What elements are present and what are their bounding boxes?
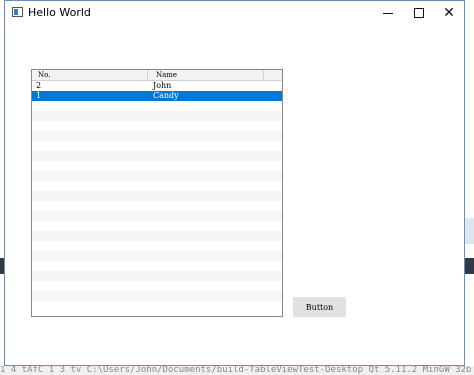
empty-table-row [32,191,282,201]
column-header-filler [264,70,282,80]
empty-table-row [32,251,282,261]
empty-table-row [32,111,282,121]
empty-table-row [32,241,282,251]
cell-name: John [153,81,172,90]
empty-table-row [32,201,282,211]
table-header: No. Name [32,70,282,81]
column-header-no[interactable]: No. [32,70,148,80]
app-window-icon[interactable] [12,7,23,17]
empty-table-row [32,121,282,131]
empty-table-row [32,301,282,311]
table-row[interactable]: 2 John [32,81,282,91]
empty-table-row [32,291,282,301]
empty-table-row [32,221,282,231]
close-button[interactable]: ✕ [431,1,467,25]
empty-table-row [32,231,282,241]
empty-table-row [32,151,282,161]
action-button[interactable]: Button [293,297,346,317]
desktop-background-bottom: 1 4 tAfC 1 3 tv C:\Users/John/Documents/… [0,366,474,375]
window-client-area: No. Name 2 John 1 Candy Button [5,25,464,365]
app-window: Hello World ✕ No. Name 2 John 1 Candy Butto… [4,0,465,366]
empty-table-row [32,131,282,141]
window-title: Hello World [28,6,91,19]
minimize-icon [383,12,393,14]
cell-no: 2 [36,81,42,90]
cell-name: Candy [153,91,179,100]
empty-table-row [32,171,282,181]
column-header-name[interactable]: Name [148,70,264,80]
empty-table-row [32,161,282,171]
close-icon: ✕ [443,5,455,21]
desktop-background-right [465,0,474,375]
empty-table-row [32,261,282,271]
table-view[interactable]: No. Name 2 John 1 Candy [31,69,283,317]
cell-no: 1 [36,91,42,100]
empty-table-row [32,271,282,281]
background-terminal-text: 1 4 tAfC 1 3 tv C:\Users/John/Documents/… [0,366,472,375]
empty-table-row [32,211,282,221]
table-row[interactable]: 1 Candy [32,91,282,101]
empty-table-row [32,141,282,151]
table-body: 2 John 1 Candy [32,81,282,311]
empty-table-row [32,281,282,291]
title-bar[interactable]: Hello World ✕ [5,1,464,25]
empty-table-row [32,181,282,191]
empty-table-row [32,101,282,111]
maximize-icon [414,8,424,18]
